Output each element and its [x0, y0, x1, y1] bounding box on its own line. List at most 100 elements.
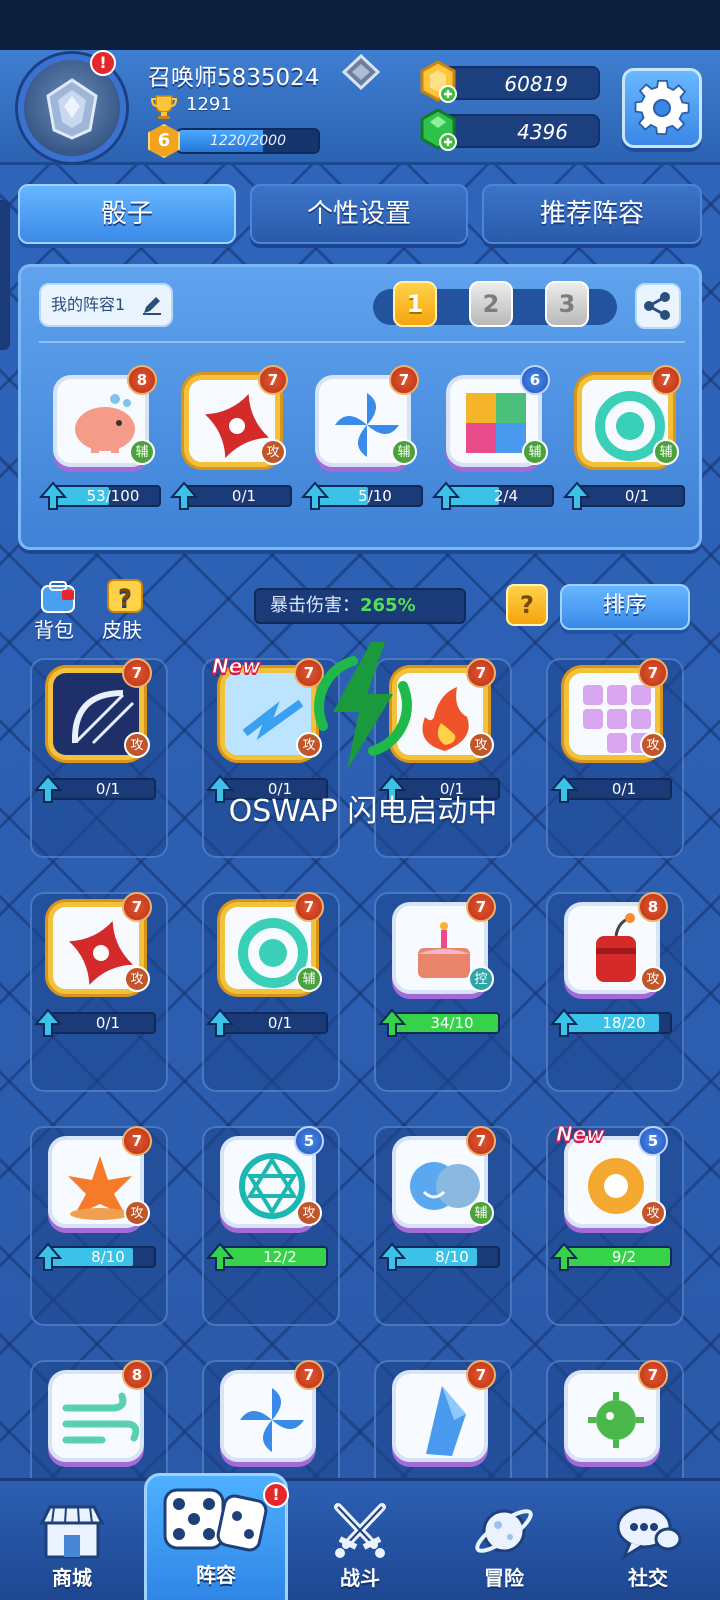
dice-card[interactable]: 7辅 — [571, 365, 681, 471]
level-badge: 6 — [148, 124, 180, 158]
dice-level-badge: 7 — [638, 1360, 668, 1390]
dice-upgrade-text: 53/100 — [86, 487, 140, 505]
deck-slot-3[interactable]: 3 — [545, 281, 589, 327]
dice-role-badge: 攻 — [260, 439, 286, 465]
side-drawer-handle[interactable] — [0, 200, 10, 350]
dice-level-badge: 7 — [466, 892, 496, 922]
dice-card[interactable]: 7攻 — [42, 892, 152, 998]
svg-text:?: ? — [118, 584, 132, 612]
bag-label: 背包 — [34, 618, 74, 642]
dice-level-badge: 6 — [520, 365, 550, 395]
dice-upgrade-progress: 2/4 — [432, 481, 554, 510]
dice-card[interactable]: 7 — [386, 1360, 496, 1466]
share-button[interactable] — [635, 283, 681, 329]
dice-card[interactable]: 6辅 — [440, 365, 550, 471]
dice-card[interactable]: 7攻 — [558, 658, 668, 764]
deck-slot-1[interactable]: 1 — [393, 281, 437, 327]
dice-card[interactable]: New 5 攻 — [556, 1122, 668, 1232]
backpack-icon — [41, 581, 75, 613]
crit-damage-label: 暴击伤害： — [270, 595, 360, 616]
dice-card[interactable]: 8 — [42, 1360, 152, 1466]
pencil-icon — [143, 297, 161, 315]
gold-coin-icon — [420, 60, 457, 103]
deck-name: 我的阵容1 — [51, 295, 126, 314]
dice-card[interactable]: 7攻 — [42, 1126, 152, 1232]
dice-role-badge: 攻 — [124, 732, 150, 758]
crit-damage-value: 265% — [360, 595, 416, 616]
dice-level-badge: 5 — [294, 1126, 324, 1156]
crit-damage-display: 暴击伤害：265% — [254, 588, 466, 624]
dice-level-badge: 7 — [122, 1126, 152, 1156]
dice-role-badge: 辅 — [653, 439, 679, 465]
dice-upgrade-text: 0/1 — [611, 780, 637, 798]
deck-slot-2[interactable]: 2 — [469, 281, 513, 327]
dice-card[interactable]: 7 — [558, 1360, 668, 1466]
nav-adventure[interactable]: 冒险 — [432, 1481, 576, 1600]
nav-social-label: 社交 — [628, 1566, 668, 1590]
dice-card[interactable]: 7控 — [386, 892, 496, 998]
dice-upgrade-text: 8/10 — [91, 1248, 125, 1266]
dice-card[interactable]: 7辅 — [309, 365, 419, 471]
dice-role-badge: 攻 — [640, 732, 666, 758]
dice-card[interactable]: 7辅 — [386, 1126, 496, 1232]
dice-level-badge: 7 — [466, 1126, 496, 1156]
dice-role-badge: 辅 — [296, 966, 322, 992]
settings-button[interactable] — [622, 68, 702, 148]
dice-card[interactable]: 8攻 — [558, 892, 668, 998]
upgrade-arrow-icon — [550, 1242, 578, 1271]
deck-divider — [39, 341, 685, 343]
dice-upgrade-text: 0/1 — [95, 780, 121, 798]
sort-button[interactable]: 排序 — [560, 584, 690, 630]
dice-card[interactable]: 8辅 — [47, 365, 157, 471]
gold-counter[interactable]: 60819 — [420, 60, 600, 103]
dice-upgrade-text: 5/10 — [358, 487, 392, 505]
tab-customize[interactable]: 个性设置 — [250, 184, 468, 244]
bag-button[interactable]: 背包 — [34, 580, 80, 643]
nav-battle[interactable]: 战斗 — [288, 1481, 432, 1600]
help-button[interactable]: ? — [506, 584, 548, 626]
xp-progress-text: 1220/2000 — [210, 133, 286, 149]
gem-counter[interactable]: 4396 — [420, 108, 600, 151]
skin-button[interactable]: ? 皮肤 — [102, 578, 146, 643]
nav-deck-label: 阵容 — [196, 1563, 236, 1587]
nav-shop[interactable]: 商城 — [0, 1481, 144, 1600]
dice-upgrade-progress: 0/1 — [550, 774, 672, 803]
nav-deck[interactable]: ! 阵容 — [144, 1473, 289, 1600]
dice-role-badge: 辅 — [468, 1200, 494, 1226]
dice-card[interactable]: 5攻 — [214, 1126, 324, 1232]
dice-icon — [163, 1488, 268, 1552]
dice-card[interactable]: 7攻 — [42, 658, 152, 764]
deck-slot-selector: 1 2 3 — [373, 281, 617, 327]
dice-upgrade-progress: 8/10 — [378, 1242, 500, 1271]
green-gem-icon — [420, 108, 457, 151]
dice-upgrade-text: 8/10 — [435, 1248, 469, 1266]
gold-amount: 60819 — [504, 72, 568, 96]
rank-icon — [341, 54, 381, 90]
chat-bubble-icon — [616, 1505, 682, 1561]
deck-name-button[interactable]: 我的阵容1 — [39, 283, 173, 327]
dice-role-badge: 辅 — [129, 439, 155, 465]
dice-upgrade-progress: 0/1 — [563, 481, 685, 510]
dice-role-badge: 辅 — [522, 439, 548, 465]
planet-icon — [475, 1509, 533, 1553]
dice-upgrade-text: 2/4 — [493, 487, 519, 505]
dice-upgrade-text: 0/1 — [95, 1014, 121, 1032]
upgrade-arrow-icon — [378, 1242, 406, 1271]
dice-level-badge: 8 — [122, 1360, 152, 1390]
crossed-swords-icon — [334, 1503, 386, 1558]
bottom-navigation: 商城 ! 阵容 战斗 冒险 社交 — [0, 1473, 720, 1600]
skin-label: 皮肤 — [102, 618, 142, 642]
dice-card[interactable]: 7 — [214, 1360, 324, 1466]
gem-amount: 4396 — [517, 120, 568, 144]
dice-level-badge: 8 — [127, 365, 157, 395]
tab-recommended-decks[interactable]: 推荐阵容 — [482, 184, 702, 244]
nav-social[interactable]: 社交 — [576, 1481, 720, 1600]
dice-card[interactable]: 7攻 — [178, 365, 288, 471]
trophy-icon — [150, 95, 178, 119]
dice-card[interactable]: 7辅 — [214, 892, 324, 998]
dice-level-badge: 7 — [122, 658, 152, 688]
tab-dice[interactable]: 骰子 — [18, 184, 236, 244]
upgrade-arrow-icon — [378, 1008, 406, 1037]
dice-role-badge: 攻 — [124, 966, 150, 992]
avatar-alert-badge: ! — [90, 50, 116, 76]
